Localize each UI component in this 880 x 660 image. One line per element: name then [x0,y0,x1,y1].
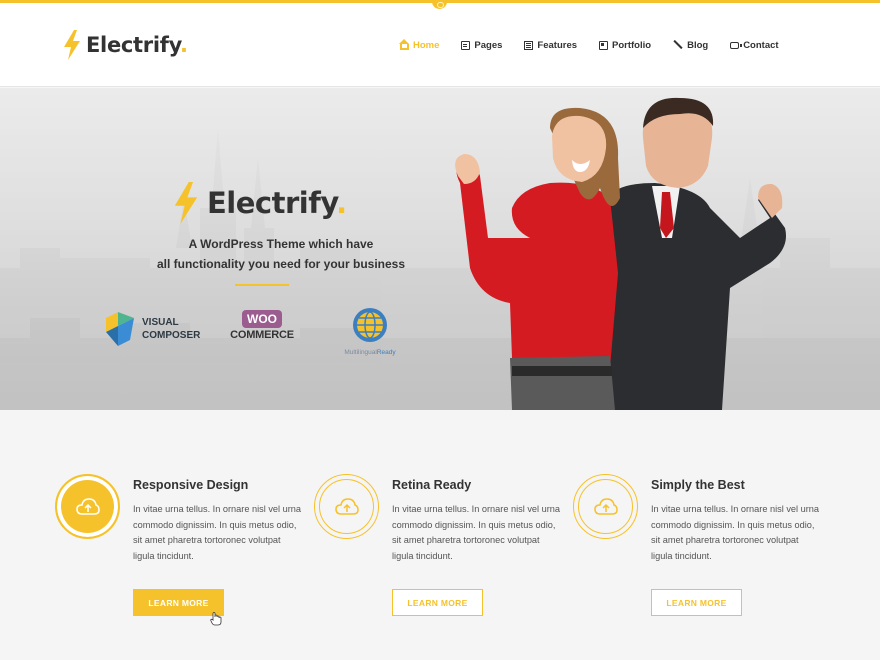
visual-composer-logo: VISUAL COMPOSER [104,312,200,346]
cloud-upload-icon [75,497,100,515]
feature-title: Retina Ready [392,478,472,492]
features-section: Responsive Design In vitae urna tellus. … [0,410,880,660]
tagline-line: all functionality you need for your busi… [156,257,406,271]
feature-text: In vitae urna tellus. In ornare nisl vel… [133,504,302,561]
nav-item-portfolio[interactable]: Portfolio [599,40,651,51]
cloud-upload-icon [593,497,618,515]
nav-item-features[interactable]: Features [524,40,577,51]
hero-logo-text: Electrify. [207,186,347,220]
features-icon [524,40,534,50]
nav-label: Blog [687,39,709,51]
tagline-line: A WordPress Theme which have [188,237,374,251]
hero-logo: Electrify. [172,182,347,224]
nav-item-home[interactable]: Home [399,38,440,51]
nav-label: Portfolio [612,39,652,51]
feature-icon-circle [314,474,379,539]
visual-composer-icon [106,312,134,346]
nav-label: Features [537,39,578,51]
feature-text: In vitae urna tellus. In ornare nisl vel… [651,504,820,561]
nav-item-blog[interactable]: Blog [673,40,708,51]
lightning-bolt-icon [64,30,80,60]
hand-cursor-icon [210,612,222,626]
nav-item-contact[interactable]: Contact [730,39,779,51]
blog-icon [673,40,683,50]
learn-more-button[interactable]: LEARN MORE [651,589,742,616]
feature-card: Responsive Design In vitae urna tellus. … [55,474,315,634]
hero-tagline: A WordPress Theme which have all functio… [118,234,444,274]
portfolio-icon [599,40,609,50]
nav-label: Home [413,39,440,51]
lightning-bolt-icon [174,182,198,224]
feature-title: Responsive Design [133,478,249,492]
nav-label: Pages [474,39,503,51]
feature-card: Retina Ready In vitae urna tellus. In or… [314,474,574,634]
woo-badge: WOO [242,310,282,328]
site-logo[interactable]: Electrify. [62,28,188,62]
site-header: Electrify. Home Pages Features Portfolio… [0,3,880,87]
home-icon [399,38,409,50]
woo-text: COMMERCE [230,329,294,341]
learn-more-button[interactable]: LEARN MORE [392,589,483,616]
pages-icon [461,40,471,50]
wpml-text: MultilingualReady [344,349,396,356]
feature-title: Simply the Best [651,478,745,492]
hero-banner: Electrify. A WordPress Theme which have … [0,88,880,410]
feature-card: Simply the Best In vitae urna tellus. In… [573,474,833,634]
wpml-logo: MultilingualReady [338,306,402,356]
logo-text: Electrify. [86,33,188,57]
main-nav: Home Pages Features Portfolio Blog Conta… [399,33,801,57]
woman-figure [455,107,620,410]
globe-icon [353,308,387,342]
woocommerce-logo: WOO COMMERCE [228,310,296,341]
feature-text: In vitae urna tellus. In ornare nisl vel… [392,504,561,561]
feature-icon-circle [55,474,120,539]
feature-icon-circle [573,474,638,539]
hero-divider [235,284,289,286]
nav-item-pages[interactable]: Pages [461,40,502,51]
nav-label: Contact [743,39,779,51]
vc-line: COMPOSER [142,330,201,341]
cloud-upload-icon [334,497,359,515]
vc-line: VISUAL [142,317,179,328]
business-people-image [455,97,786,410]
contact-icon [730,41,743,49]
man-figure [608,97,786,410]
